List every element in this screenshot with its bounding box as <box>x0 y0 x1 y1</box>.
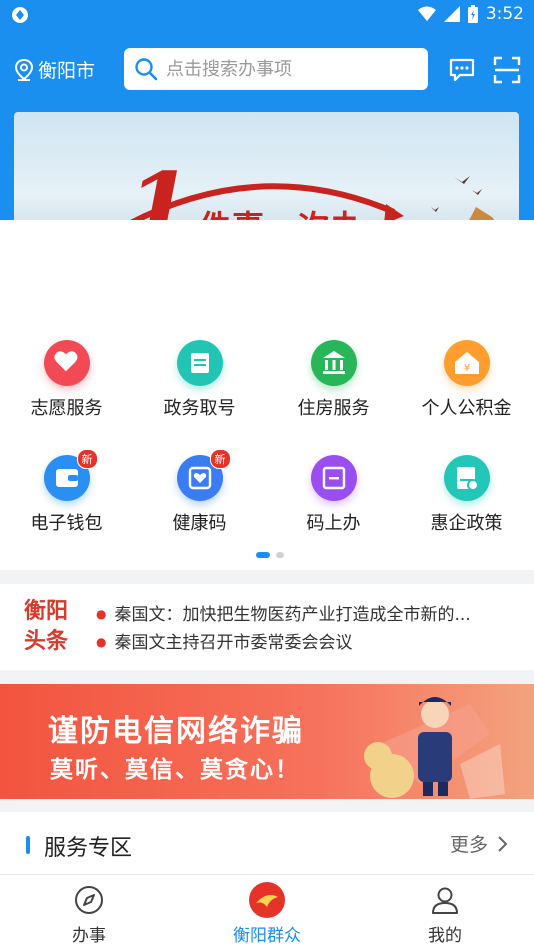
service-label: 政务取号 <box>163 398 236 419</box>
service-zone-title: 服务专区 <box>44 836 133 861</box>
search-input[interactable] <box>166 58 406 80</box>
heart-icon <box>43 340 90 386</box>
bank-icon <box>310 340 357 386</box>
scan-code-icon <box>310 455 357 501</box>
service-item[interactable]: 住房服务 <box>267 340 400 430</box>
tab-mine[interactable]: 我的 <box>395 883 495 946</box>
tab-banshi[interactable]: 办事 <box>39 883 139 946</box>
new-badge: 新 <box>76 449 98 469</box>
wifi-icon <box>417 6 436 21</box>
compass-icon <box>75 886 103 914</box>
service-item[interactable]: 志愿服务 <box>0 340 133 430</box>
status-bar: 3:52 <box>0 0 534 30</box>
news-logo-line2: 头条 <box>24 628 69 654</box>
promo-subline: 莫听、莫信、莫贪心！ <box>50 757 300 783</box>
message-icon[interactable] <box>448 56 476 84</box>
news-ticker[interactable]: 衡阳 头条 秦国文：加快把生物医药产业打造成全市新的... 秦国文主持召开市委常… <box>0 584 534 670</box>
bottom-tab-bar: 办事 衡阳群众 我的 <box>0 874 534 950</box>
pager-dot[interactable] <box>276 552 284 558</box>
tab-label: 办事 <box>72 926 106 946</box>
tab-label: 我的 <box>428 926 462 946</box>
news-item[interactable]: 秦国文主持召开市委常委会会议 <box>96 628 528 653</box>
svg-text:¥: ¥ <box>463 363 469 374</box>
more-link[interactable]: 更多 <box>450 830 508 857</box>
service-item[interactable]: 惠企政策 <box>400 455 533 545</box>
tab-hengyang-qunzhong[interactable]: 衡阳群众 <box>217 882 317 946</box>
wallet-icon: 新 <box>43 449 98 501</box>
city-name: 衡阳市 <box>38 60 96 82</box>
services-pager <box>256 552 284 558</box>
chevron-right-icon <box>498 835 508 852</box>
service-zone-header: 服务专区 更多 <box>0 812 534 874</box>
service-item[interactable]: 政务取号 <box>133 340 266 430</box>
service-label: 码上办 <box>306 513 361 534</box>
service-label: 电子钱包 <box>30 513 103 534</box>
battery-icon <box>467 5 478 23</box>
new-badge: 新 <box>209 449 231 469</box>
house-coin-icon: ¥ <box>443 340 490 386</box>
app-notification-icon <box>12 7 28 23</box>
service-item[interactable]: 新健康码 <box>133 449 266 545</box>
user-icon <box>432 887 458 914</box>
news-item[interactable]: 秦国文：加快把生物医药产业打造成全市新的... <box>96 600 528 625</box>
location-pin-icon <box>14 58 34 81</box>
hengyang-logo-icon <box>249 882 285 918</box>
service-item[interactable]: 新电子钱包 <box>0 449 133 545</box>
service-label: 志愿服务 <box>30 398 103 419</box>
search-bar[interactable] <box>124 48 428 90</box>
promo-headline: 谨防电信网络诈骗 <box>48 714 304 749</box>
service-label: 健康码 <box>172 513 227 534</box>
service-label: 住房服务 <box>297 398 370 419</box>
signal-icon <box>443 6 460 22</box>
section-marker <box>26 836 30 854</box>
tab-label: 衡阳群众 <box>233 926 301 946</box>
scan-icon[interactable] <box>493 56 521 84</box>
service-label: 惠企政策 <box>430 513 503 534</box>
policy-doc-icon <box>443 455 490 501</box>
service-item[interactable]: 码上办 <box>267 455 400 545</box>
ticket-icon <box>176 340 223 386</box>
status-time: 3:52 <box>485 4 524 24</box>
anti-fraud-banner[interactable]: 谨防电信网络诈骗 莫听、莫信、莫贪心！ <box>0 684 534 799</box>
search-icon <box>135 58 158 81</box>
more-label: 更多 <box>449 834 488 856</box>
city-selector[interactable]: 衡阳市 <box>14 56 95 83</box>
news-logo-line1: 衡阳 <box>24 598 69 624</box>
service-item[interactable]: ¥ 个人公积金 <box>400 340 533 430</box>
pager-dot[interactable] <box>256 552 270 558</box>
health-shield-icon: 新 <box>176 449 231 501</box>
service-label: 个人公积金 <box>421 398 512 419</box>
news-logo: 衡阳 头条 <box>24 596 68 656</box>
